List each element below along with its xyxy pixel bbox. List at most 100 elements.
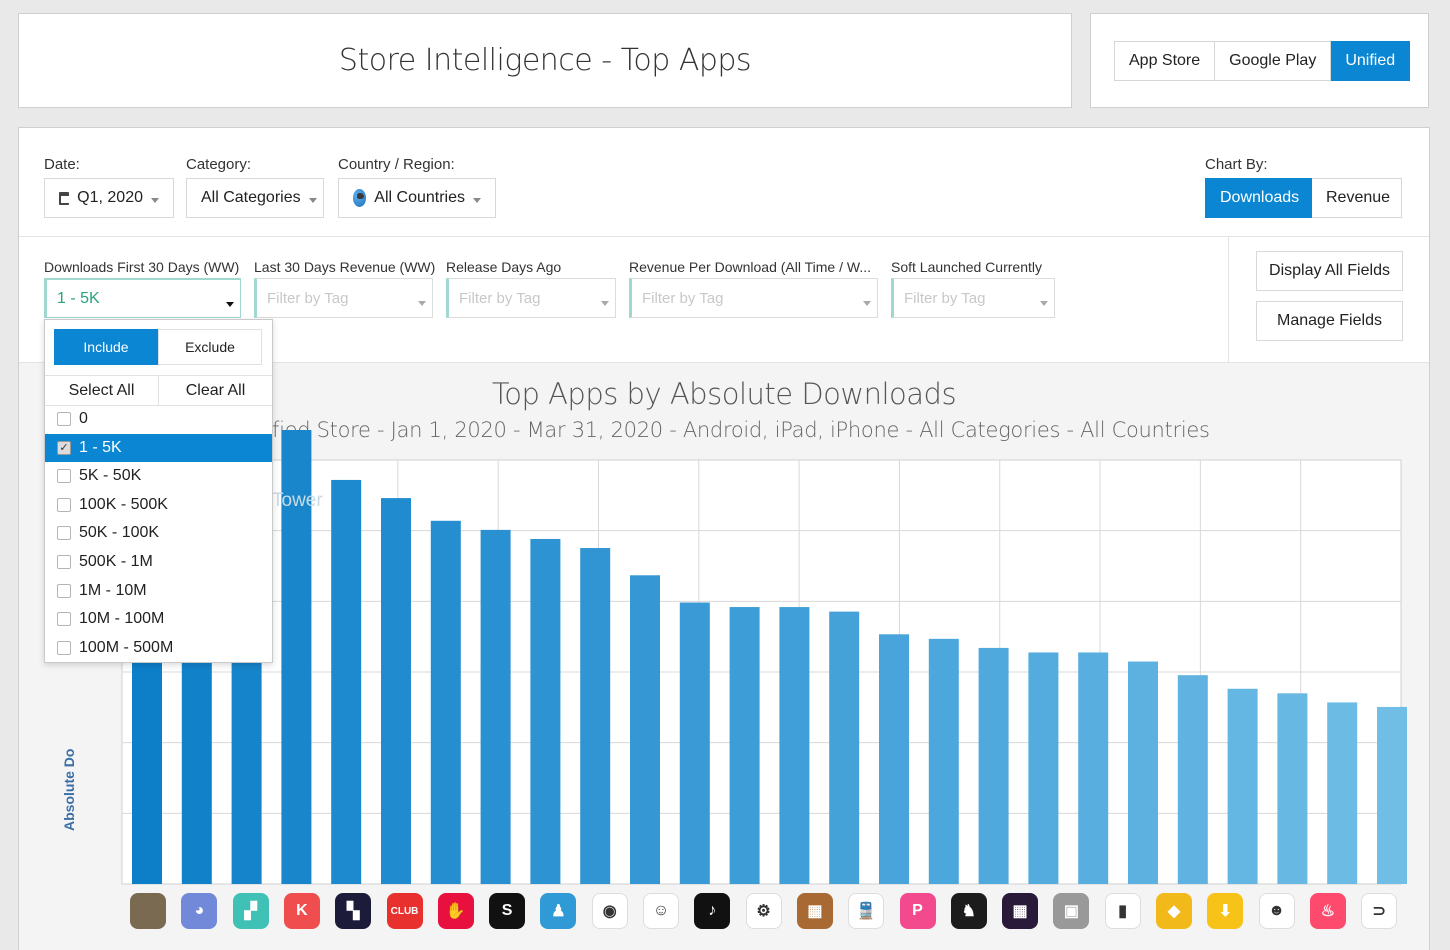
release-days-ago-select[interactable]: Filter by Tag [446, 278, 616, 318]
field-placeholder: Filter by Tag [904, 289, 986, 307]
select-clear-row: Select All Clear All [45, 375, 272, 406]
select-all-button[interactable]: Select All [45, 376, 158, 405]
checkbox[interactable] [57, 612, 71, 627]
field-label: Last 30 Days Revenue (WW) [254, 259, 436, 275]
google-play-button[interactable]: Google Play [1215, 41, 1332, 81]
tetris-icon[interactable]: ▚ [335, 893, 372, 929]
strategy-game-icon[interactable] [130, 893, 166, 929]
chart-by-label: Chart By: [1205, 156, 1268, 173]
display-all-fields-button[interactable]: Display All Fields [1256, 251, 1403, 291]
y-axis-title: Absolute Do [59, 741, 77, 831]
manage-fields-button[interactable]: Manage Fields [1256, 301, 1403, 341]
page-title: Store Intelligence - Top Apps [338, 43, 752, 78]
range-option[interactable]: 5K - 50K [45, 462, 272, 490]
hand-app-icon[interactable]: ✋ [437, 893, 474, 929]
last-30-days-revenue-select[interactable]: Filter by Tag [254, 278, 433, 318]
checkbox[interactable] [57, 555, 71, 569]
range-option-label: 100K - 500K [79, 495, 168, 513]
store-panel: App Store Google Play Unified [1090, 13, 1429, 108]
s-app-icon[interactable]: S [489, 893, 526, 929]
discord-icon[interactable]: ◕ [181, 893, 218, 929]
range-option[interactable]: 100M - 500M [45, 634, 272, 662]
camera-app-icon[interactable]: ◉ [591, 893, 628, 929]
range-option-label: 100M - 500M [79, 638, 174, 656]
checkbox[interactable] [57, 583, 71, 598]
checkbox[interactable] [57, 469, 71, 484]
chevron-down-icon [151, 197, 159, 203]
khatabook-icon[interactable]: ▮ [1104, 893, 1141, 929]
chevron-down-icon [601, 301, 609, 306]
checkbox[interactable] [57, 526, 71, 541]
revenue-per-download-select[interactable]: Filter by Tag [629, 278, 878, 318]
category-value: All Categories [201, 189, 301, 206]
chevron-down-icon [863, 301, 871, 306]
train-app-icon[interactable]: 🚆 [848, 893, 885, 929]
doordash-icon[interactable]: ⊃ [1361, 893, 1398, 929]
chevron-down-icon [1040, 301, 1048, 306]
date-label: Date: [44, 156, 80, 173]
checkbox[interactable] [57, 497, 71, 512]
settings-app-icon[interactable]: ⚙ [745, 893, 782, 929]
diamond-app-icon[interactable]: ◆ [1156, 893, 1192, 929]
field-label: Downloads First 30 Days (WW) [44, 259, 240, 275]
range-option-label: 5K - 50K [79, 467, 142, 485]
kinemaster-icon[interactable]: K [283, 893, 320, 929]
field-placeholder: Filter by Tag [459, 289, 541, 307]
field-label: Soft Launched Currently [891, 259, 1042, 275]
range-option[interactable]: 1M - 10M [45, 577, 272, 605]
p-app-icon[interactable]: P [899, 893, 936, 929]
field-placeholder: Filter by Tag [267, 289, 349, 307]
range-option[interactable]: 100K - 500K [45, 491, 272, 519]
checkbox[interactable] [57, 412, 71, 426]
chevron-down-icon [226, 302, 234, 307]
calendar-icon [59, 191, 71, 205]
downloads-first-30-days-select[interactable]: 1 - 5K [44, 278, 241, 318]
tower-game-icon[interactable]: ▞ [232, 893, 269, 929]
clear-all-button[interactable]: Clear All [158, 376, 272, 405]
downloads-button[interactable]: Downloads [1205, 178, 1312, 218]
chart-bar[interactable] [381, 498, 411, 884]
number-puzzle-icon[interactable]: ▦ [796, 893, 833, 929]
unified-button[interactable]: Unified [1331, 41, 1411, 81]
title-panel: Store Intelligence - Top Apps [18, 13, 1072, 108]
range-filter-dropdown: Include Exclude Select All Clear All 0 ✓ 1… [44, 319, 273, 663]
social-folder-icon[interactable]: ▣ [1053, 893, 1090, 929]
download-app-icon[interactable]: ⬇ [1207, 893, 1244, 929]
range-option[interactable]: 50K - 100K [45, 519, 272, 547]
chevron-down-icon [418, 301, 426, 306]
country-dropdown[interactable]: All Countries [338, 178, 496, 218]
date-value: Q1, 2020 [77, 189, 143, 206]
range-option[interactable]: 0 [45, 405, 272, 433]
checkbox[interactable]: ✓ [57, 440, 71, 455]
range-option-label: 500K - 1M [79, 553, 153, 570]
tiktok-icon[interactable]: ♪ [694, 893, 731, 929]
exclude-button[interactable]: Exclude [158, 329, 262, 365]
category-label: Category: [186, 156, 252, 173]
range-option-label: 1 - 5K [79, 438, 122, 456]
date-picker[interactable]: Q1, 2020 [44, 178, 174, 218]
walk-app-icon[interactable]: ♟ [540, 893, 577, 929]
revenue-button[interactable]: Revenue [1312, 178, 1402, 218]
range-option-label: 10M - 100M [79, 610, 165, 628]
chevron-down-icon [473, 197, 481, 203]
chart-by-toggle: Downloads Revenue [1205, 178, 1402, 218]
grid-app-icon[interactable]: ▦ [1002, 893, 1039, 929]
character-game-icon[interactable]: ☺ [643, 893, 679, 929]
blue-character-icon[interactable]: ☻ [1258, 893, 1295, 929]
range-option[interactable]: ✓ 1 - 5K [45, 433, 272, 462]
tinder-icon[interactable]: ♨ [1309, 893, 1346, 929]
range-option[interactable]: 500K - 1M [45, 548, 272, 576]
country-value: All Countries [374, 189, 465, 206]
y-axis-label: Absolute Do [61, 748, 77, 831]
chart-bar[interactable] [331, 479, 362, 884]
field-value: 1 - 5K [57, 289, 100, 307]
checkbox[interactable] [57, 640, 71, 655]
include-button[interactable]: Include [54, 329, 158, 365]
chess-app-icon[interactable]: ♞ [950, 893, 987, 929]
club-factory-icon[interactable]: CLUB [386, 893, 423, 929]
range-option[interactable]: 10M - 100M [45, 605, 272, 633]
app-store-button[interactable]: App Store [1114, 41, 1216, 81]
app-name-label: Tower [272, 490, 323, 511]
soft-launched-select[interactable]: Filter by Tag [891, 278, 1055, 318]
category-dropdown[interactable]: All Categories [186, 178, 324, 218]
